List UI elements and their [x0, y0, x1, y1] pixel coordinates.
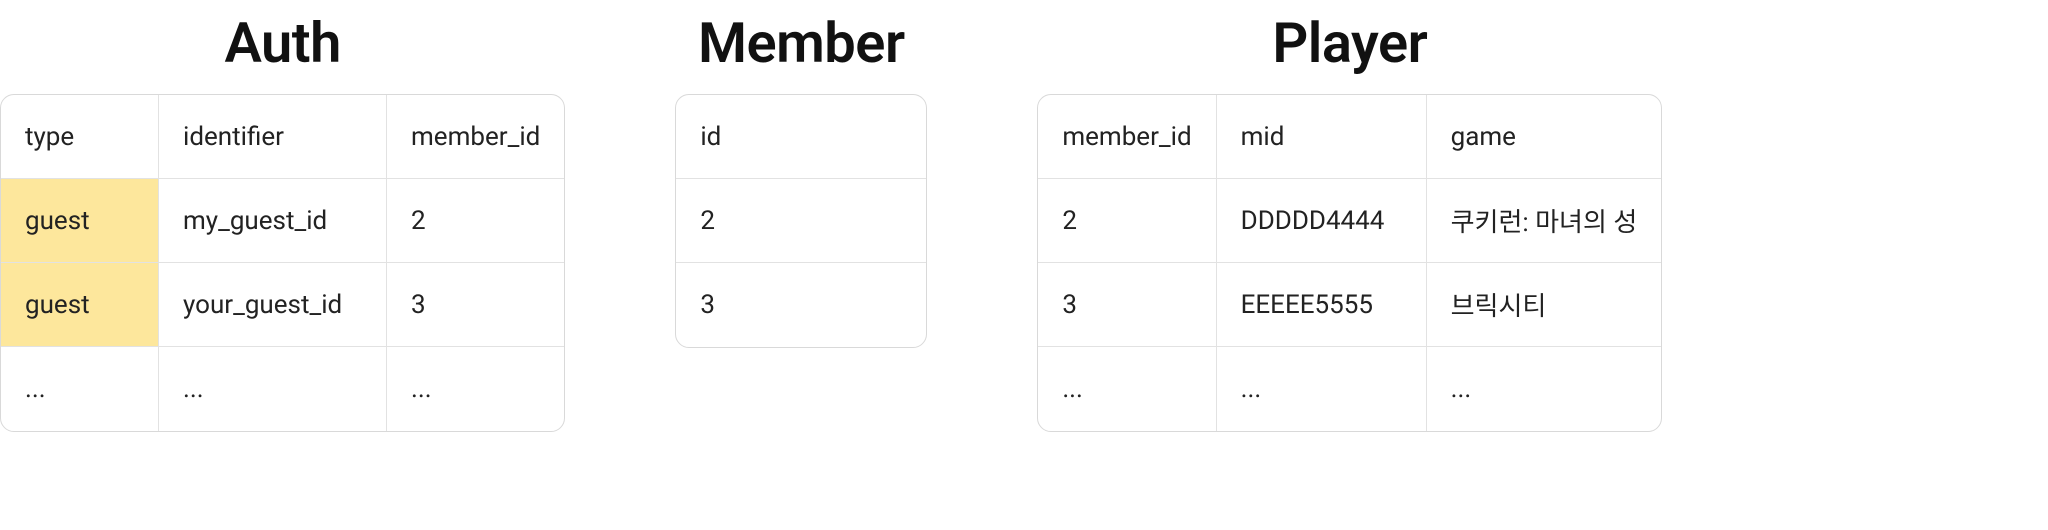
player-header-game: game [1427, 95, 1662, 179]
player-title: Player [1272, 10, 1427, 76]
auth-cell-member-id: 3 [387, 263, 564, 347]
player-cell-mid: EEEEE5555 [1217, 263, 1427, 347]
diagram-stage: Auth type identifier member_id guest my_… [0, 0, 2048, 530]
player-cell-game: ... [1427, 347, 1662, 431]
auth-cell-type: guest [1, 263, 159, 347]
auth-cell-member-id: ... [387, 347, 564, 431]
table-row: ... ... ... [1038, 347, 1661, 431]
table-row: 3 EEEEE5555 브릭시티 [1038, 263, 1661, 347]
member-cell-id: 2 [676, 179, 926, 263]
player-cell-member-id: 2 [1038, 179, 1216, 263]
table-row: 2 DDDDD4444 쿠키런: 마녀의 성 [1038, 179, 1661, 263]
player-cell-member-id: 3 [1038, 263, 1216, 347]
member-table: id 2 3 [675, 94, 927, 348]
player-header-member-id: member_id [1038, 95, 1216, 179]
player-cell-mid: DDDDD4444 [1217, 179, 1427, 263]
auth-header-type: type [1, 95, 159, 179]
auth-cell-identifier: your_guest_id [159, 263, 387, 347]
auth-header-identifier: identifier [159, 95, 387, 179]
auth-table: type identifier member_id guest my_guest… [0, 94, 565, 432]
player-header-row: member_id mid game [1038, 95, 1661, 179]
player-header-mid: mid [1217, 95, 1427, 179]
player-cell-game: 쿠키런: 마녀의 성 [1427, 179, 1662, 263]
auth-table-block: Auth type identifier member_id guest my_… [0, 10, 565, 432]
table-row: guest my_guest_id 2 [1, 179, 564, 263]
member-header-row: id [676, 95, 926, 179]
player-table-block: Player member_id mid game 2 DDDDD4444 쿠키… [1037, 10, 1662, 432]
player-cell-mid: ... [1217, 347, 1427, 431]
auth-header-row: type identifier member_id [1, 95, 564, 179]
auth-cell-identifier: my_guest_id [159, 179, 387, 263]
player-table: member_id mid game 2 DDDDD4444 쿠키런: 마녀의 … [1037, 94, 1662, 432]
auth-title: Auth [224, 10, 340, 76]
table-row: 2 [676, 179, 926, 263]
table-row: ... ... ... [1, 347, 564, 431]
auth-cell-identifier: ... [159, 347, 387, 431]
auth-cell-type: ... [1, 347, 159, 431]
table-row: guest your_guest_id 3 [1, 263, 564, 347]
member-cell-id: 3 [676, 263, 926, 347]
member-header-id: id [676, 95, 926, 179]
player-cell-game: 브릭시티 [1427, 263, 1662, 347]
table-row: 3 [676, 263, 926, 347]
player-cell-member-id: ... [1038, 347, 1216, 431]
member-table-block: Member id 2 3 [675, 10, 927, 348]
auth-cell-member-id: 2 [387, 179, 564, 263]
member-title: Member [698, 10, 905, 76]
auth-cell-type: guest [1, 179, 159, 263]
auth-header-member-id: member_id [387, 95, 564, 179]
